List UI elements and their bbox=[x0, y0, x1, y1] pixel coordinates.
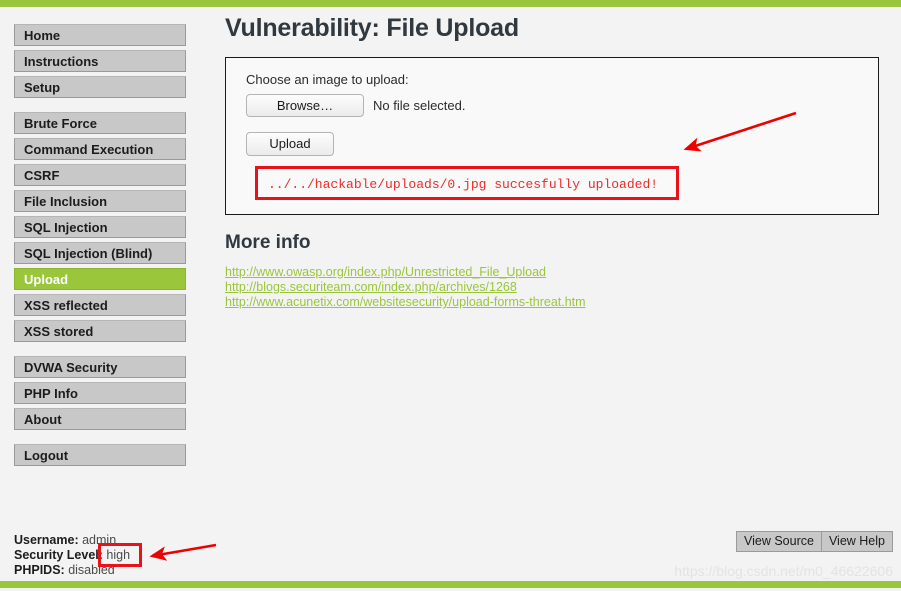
sidebar-item-home[interactable]: Home bbox=[14, 24, 186, 46]
username-label: Username: bbox=[14, 533, 79, 547]
security-level-label: Security Level: bbox=[14, 548, 103, 562]
more-info-link-securiteam[interactable]: http://blogs.securiteam.com/index.php/ar… bbox=[225, 280, 880, 295]
sidebar-item-logout[interactable]: Logout bbox=[14, 444, 186, 466]
nav-group-vulnerabilities: Brute Force Command Execution CSRF File … bbox=[14, 112, 186, 342]
sidebar-item-csrf[interactable]: CSRF bbox=[14, 164, 186, 186]
sidebar-item-setup[interactable]: Setup bbox=[14, 76, 186, 98]
file-status-text: No file selected. bbox=[373, 98, 466, 113]
choose-image-label: Choose an image to upload: bbox=[246, 72, 409, 87]
sidebar-navigation: Home Instructions Setup Brute Force Comm… bbox=[14, 24, 186, 466]
sidebar-item-sql-injection-blind[interactable]: SQL Injection (Blind) bbox=[14, 242, 186, 264]
bottom-accent-bar bbox=[0, 581, 901, 588]
phpids-label: PHPIDS: bbox=[14, 563, 65, 577]
sidebar-item-command-execution[interactable]: Command Execution bbox=[14, 138, 186, 160]
nav-group-settings: DVWA Security PHP Info About bbox=[14, 356, 186, 430]
more-info-link-owasp[interactable]: http://www.owasp.org/index.php/Unrestric… bbox=[225, 265, 880, 280]
view-source-button[interactable]: View Source bbox=[735, 531, 822, 552]
more-info-link-list: http://www.owasp.org/index.php/Unrestric… bbox=[225, 265, 880, 310]
sidebar-item-xss-reflected[interactable]: XSS reflected bbox=[14, 294, 186, 316]
sidebar-item-about[interactable]: About bbox=[14, 408, 186, 430]
watermark-text: https://blog.csdn.net/m0_46622606 bbox=[674, 563, 893, 579]
sidebar-item-instructions[interactable]: Instructions bbox=[14, 50, 186, 72]
top-accent-bar bbox=[0, 0, 901, 7]
view-help-button[interactable]: View Help bbox=[820, 531, 893, 552]
browse-button[interactable]: Browse… bbox=[246, 94, 364, 117]
upload-form-panel: Choose an image to upload: Browse… No fi… bbox=[225, 57, 879, 215]
sidebar-item-brute-force[interactable]: Brute Force bbox=[14, 112, 186, 134]
annotation-box-security-level bbox=[98, 543, 142, 567]
footer-button-group: View Source View Help bbox=[735, 531, 893, 552]
sidebar-item-file-inclusion[interactable]: File Inclusion bbox=[14, 190, 186, 212]
sidebar-item-upload[interactable]: Upload bbox=[14, 268, 186, 290]
sidebar-item-dvwa-security[interactable]: DVWA Security bbox=[14, 356, 186, 378]
main-content: Vulnerability: File Upload Choose an ima… bbox=[225, 14, 880, 310]
upload-result-message: ../../hackable/uploads/0.jpg succesfully… bbox=[255, 166, 679, 200]
nav-group-session: Logout bbox=[14, 444, 186, 466]
upload-button-row: Upload bbox=[246, 132, 878, 156]
more-info-heading: More info bbox=[225, 232, 311, 253]
upload-button[interactable]: Upload bbox=[246, 132, 334, 156]
sidebar-item-sql-injection[interactable]: SQL Injection bbox=[14, 216, 186, 238]
sidebar-item-xss-stored[interactable]: XSS stored bbox=[14, 320, 186, 342]
more-info-link-acunetix[interactable]: http://www.acunetix.com/websitesecurity/… bbox=[225, 295, 880, 310]
file-select-row: Browse… No file selected. bbox=[246, 94, 878, 117]
sidebar-item-php-info[interactable]: PHP Info bbox=[14, 382, 186, 404]
page-title: Vulnerability: File Upload bbox=[225, 14, 519, 42]
nav-group-general: Home Instructions Setup bbox=[14, 24, 186, 98]
